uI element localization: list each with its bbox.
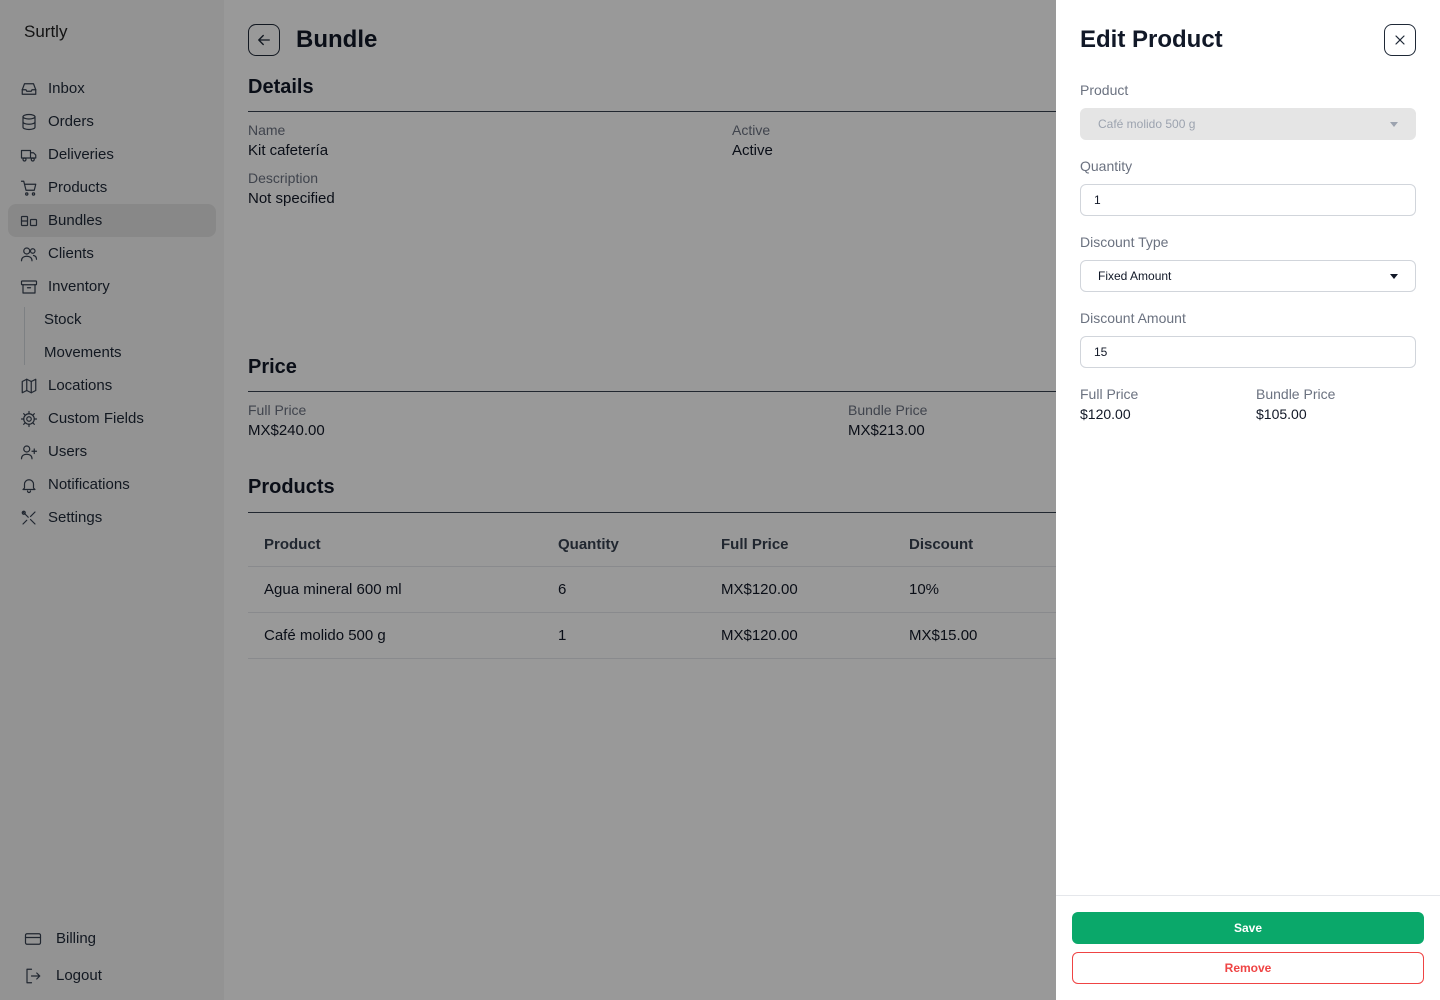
drawer-bundle-price-value: $105.00 <box>1256 406 1307 422</box>
drawer-full-price-label: Full Price <box>1080 386 1139 402</box>
quantity-label: Quantity <box>1080 158 1133 174</box>
discount-amount-value: 15 <box>1094 345 1108 359</box>
close-button[interactable] <box>1384 24 1416 56</box>
drawer-full-price-value: $120.00 <box>1080 406 1131 422</box>
drawer-title: Edit Product <box>1080 26 1223 53</box>
save-button[interactable]: Save <box>1072 912 1424 944</box>
drawer-bundle-price-label: Bundle Price <box>1256 386 1336 402</box>
product-label: Product <box>1080 82 1129 98</box>
footer-divider <box>1056 895 1440 896</box>
chevron-down-icon <box>1390 122 1398 127</box>
product-select: Café molido 500 g <box>1080 108 1416 140</box>
edit-product-drawer: Edit Product Product Café molido 500 g Q… <box>1056 0 1440 1000</box>
remove-button[interactable]: Remove <box>1072 952 1424 984</box>
quantity-input-value: 1 <box>1094 193 1101 207</box>
close-icon <box>1395 35 1405 45</box>
product-select-value: Café molido 500 g <box>1098 117 1196 131</box>
discount-type-select[interactable]: Fixed Amount <box>1080 260 1416 292</box>
discount-amount-label: Discount Amount <box>1080 310 1186 326</box>
discount-type-value: Fixed Amount <box>1098 269 1172 283</box>
discount-type-label: Discount Type <box>1080 234 1169 250</box>
chevron-down-icon <box>1390 274 1398 279</box>
discount-amount-input[interactable]: 15 <box>1080 336 1416 368</box>
quantity-input[interactable]: 1 <box>1080 184 1416 216</box>
modal-backdrop[interactable] <box>0 0 1056 1000</box>
